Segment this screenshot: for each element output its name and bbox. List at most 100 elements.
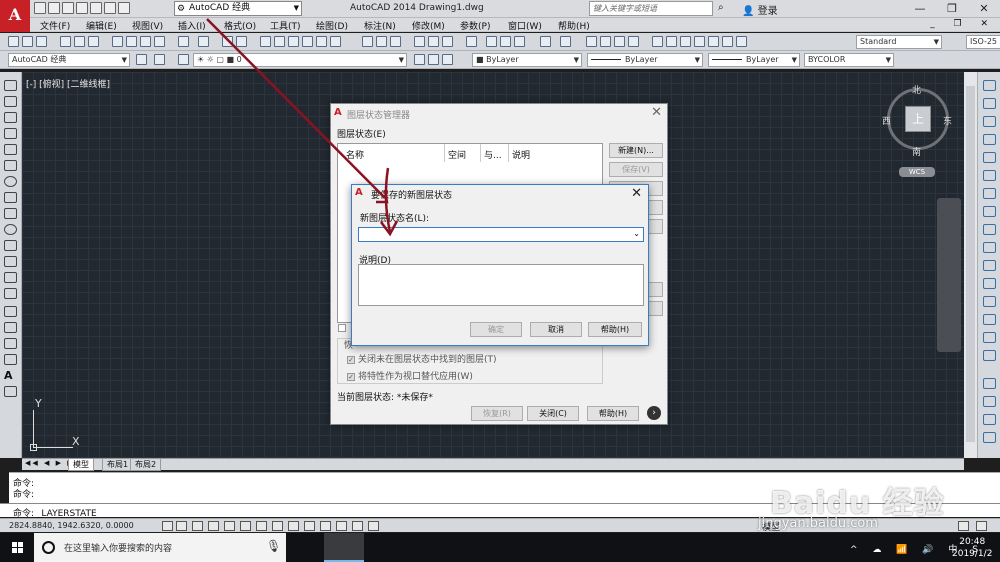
viewport-override-row[interactable]: ✓ 将特性作为视口替代应用(W) — [347, 369, 473, 382]
rectangle-icon[interactable] — [4, 144, 17, 155]
undo-icon[interactable] — [104, 2, 116, 14]
break-icon[interactable] — [983, 278, 996, 289]
microphone-icon[interactable]: 🎙 — [266, 539, 281, 553]
paste-icon[interactable] — [140, 36, 151, 47]
zoom-icon[interactable] — [236, 36, 247, 47]
document-window-controls[interactable]: _ ❐ ✕ — [930, 19, 996, 29]
login-link[interactable]: 👤 登录 — [742, 2, 778, 17]
menu-view[interactable]: 视图(V) — [132, 19, 163, 32]
linetype-select[interactable]: ByLayer ▼ — [587, 53, 703, 67]
ellipse-arc-icon[interactable] — [4, 240, 17, 251]
insert-block-icon[interactable] — [4, 256, 17, 267]
selection-cycling-icon[interactable] — [368, 521, 379, 531]
workspace-select[interactable]: ⚙ AutoCAD 经典 ▼ — [174, 1, 302, 16]
workspace-combo[interactable]: AutoCAD 经典 ▼ — [8, 53, 130, 67]
transparency-icon[interactable] — [336, 521, 347, 531]
compass-east[interactable]: 东 — [943, 114, 952, 127]
layer-tool-3-icon[interactable] — [983, 432, 996, 443]
text-style-icon[interactable] — [736, 36, 747, 47]
paste-icon-2[interactable] — [500, 36, 511, 47]
tab-layout2[interactable]: 布局2 — [130, 459, 162, 471]
grid-display-icon[interactable] — [192, 521, 203, 531]
polygon-icon[interactable] — [4, 128, 17, 139]
text-style-select[interactable]: Standard ▼ — [856, 35, 942, 49]
menu-file[interactable]: 文件(F) — [40, 19, 70, 32]
calculator-icon-2[interactable] — [722, 36, 733, 47]
chevron-down-icon[interactable]: ⌄ — [633, 229, 640, 238]
taskbar-clock[interactable]: 20:48 2019/1/2 — [952, 536, 992, 560]
close-icon[interactable]: ✕ — [968, 0, 1000, 18]
column-name[interactable]: 名称 — [346, 148, 364, 161]
design-center-icon[interactable] — [274, 36, 285, 47]
multiline-text-icon[interactable]: A — [4, 370, 17, 381]
properties-icon[interactable] — [260, 36, 271, 47]
new-icon-2[interactable] — [362, 36, 373, 47]
viewport-override-checkbox[interactable]: ✓ — [347, 372, 355, 381]
region-icon[interactable] — [4, 338, 17, 349]
column-description[interactable]: 说明 — [512, 148, 530, 161]
polar-tracking-icon[interactable] — [224, 521, 235, 531]
minimize-icon[interactable]: — — [904, 0, 936, 18]
match-properties-icon[interactable] — [154, 36, 165, 47]
autocad-taskbar-icon[interactable] — [324, 533, 364, 562]
blend-icon[interactable] — [983, 350, 996, 361]
tool-palette-icon-2[interactable] — [680, 36, 691, 47]
color-select[interactable]: ■ ByLayer ▼ — [472, 53, 582, 67]
edge-taskbar-icon[interactable] — [360, 533, 400, 562]
menu-draw[interactable]: 绘图(D) — [316, 19, 348, 32]
open-icon-2[interactable] — [376, 36, 387, 47]
tab-layout1[interactable]: 布局1 — [102, 459, 134, 471]
menu-dimension[interactable]: 标注(N) — [364, 19, 396, 32]
workspace-settings-icon[interactable] — [136, 54, 147, 65]
join-icon[interactable] — [983, 296, 996, 307]
windows-start-icon[interactable] — [12, 542, 24, 554]
layer-previous-icon[interactable] — [428, 54, 439, 65]
close-button[interactable]: 关闭(C) — [527, 406, 579, 421]
viewcube-top[interactable]: 上 — [905, 106, 931, 132]
do-not-list-checkbox[interactable] — [338, 324, 346, 332]
line-icon[interactable] — [4, 80, 17, 91]
properties-icon-2[interactable] — [652, 36, 663, 47]
sheet-set-icon-2[interactable] — [694, 36, 705, 47]
help-button[interactable]: 帮助(H) — [588, 322, 642, 337]
ellipse-icon[interactable] — [4, 224, 17, 235]
snap-mode-icon[interactable] — [176, 521, 187, 531]
mirror-icon[interactable] — [983, 116, 996, 127]
plot-icon[interactable] — [90, 2, 102, 14]
menu-help[interactable]: 帮助(H) — [558, 19, 590, 32]
zoom-previous-icon[interactable] — [628, 36, 639, 47]
layer-tool-2-icon[interactable] — [983, 414, 996, 425]
stretch-icon[interactable] — [983, 224, 996, 235]
layer-state-icon[interactable] — [442, 54, 453, 65]
autocad-logo[interactable]: A — [0, 0, 30, 32]
make-current-icon[interactable] — [414, 54, 425, 65]
restore-icon[interactable]: ❐ — [936, 0, 968, 18]
markup-icon[interactable] — [316, 36, 327, 47]
table-icon[interactable] — [4, 354, 17, 365]
description-textarea[interactable] — [358, 264, 644, 306]
compass-west[interactable]: 西 — [882, 114, 891, 127]
save-icon[interactable] — [36, 36, 47, 47]
circle-icon[interactable] — [4, 176, 17, 187]
close-icon[interactable]: ✕ — [651, 105, 662, 120]
cut-icon[interactable] — [112, 36, 123, 47]
publish-icon[interactable] — [88, 36, 99, 47]
menu-modify[interactable]: 修改(M) — [412, 19, 445, 32]
object-snap-tracking-icon[interactable] — [272, 521, 283, 531]
open-file-icon[interactable] — [48, 2, 60, 14]
extend-icon[interactable] — [983, 260, 996, 271]
scale-icon[interactable] — [983, 206, 996, 217]
lock-icon[interactable] — [958, 521, 969, 531]
search-icon[interactable]: ⌕ — [718, 2, 724, 13]
undo-icon[interactable] — [178, 36, 189, 47]
menu-tools[interactable]: 工具(T) — [270, 19, 301, 32]
design-center-icon-2[interactable] — [666, 36, 677, 47]
arc-icon[interactable] — [4, 160, 17, 171]
help-button[interactable]: 帮助(H) — [587, 406, 639, 421]
compass-south[interactable]: 南 — [912, 145, 921, 158]
customization-icon[interactable] — [976, 521, 987, 531]
cut-icon-2[interactable] — [466, 36, 477, 47]
turn-off-not-found-checkbox[interactable]: ✓ — [347, 355, 355, 364]
fillet-icon[interactable] — [983, 332, 996, 343]
new-icon[interactable] — [8, 36, 19, 47]
